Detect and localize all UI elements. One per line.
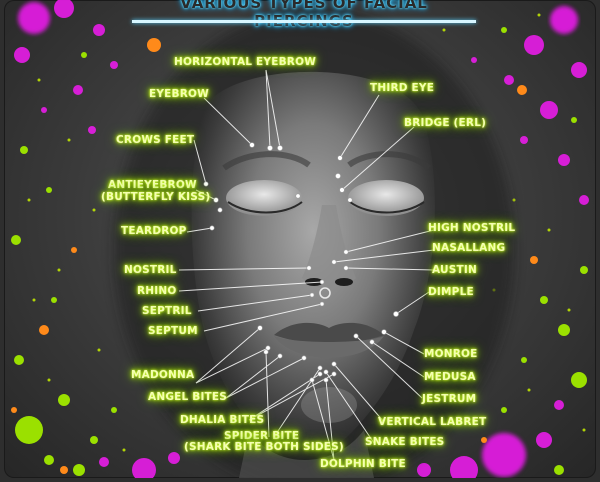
label-madonna: MADONNA — [131, 369, 195, 381]
label-vertical-labret: VERTICAL LABRET — [378, 416, 487, 428]
label-horizontal-eyebrow: HORIZONTAL EYEBROW — [174, 56, 316, 68]
diagram-title: VARIOUS TYPES OF FACIAL PIERCINGS — [180, 0, 428, 30]
label-angel-bites: ANGEL BITES — [148, 391, 228, 403]
label-teardrop: TEARDROP — [121, 225, 187, 237]
label-nostril: NOSTRIL — [124, 264, 177, 276]
label-medusa: MEDUSA — [424, 371, 476, 383]
label-shark-bite: (SHARK BITE BOTH SIDES) — [184, 441, 344, 453]
label-eyebrow: EYEBROW — [149, 88, 209, 100]
label-dimple: DIMPLE — [428, 286, 474, 298]
face-illustration — [11, 0, 589, 478]
label-third-eye: THIRD EYE — [370, 82, 435, 94]
label-monroe: MONROE — [424, 348, 478, 360]
label-antieyebrow: ANTIEYEBROW — [108, 179, 197, 191]
label-dahlia-bites: DHALIA BITES — [180, 414, 265, 426]
label-rhino: RHINO — [137, 285, 177, 297]
right-eyelid — [348, 180, 424, 216]
label-austin: AUSTIN — [432, 264, 477, 276]
label-bridge: BRIDGE (ERL) — [404, 117, 487, 129]
label-high-nostril: HIGH NOSTRIL — [428, 222, 516, 234]
diagram-canvas: VARIOUS TYPES OF FACIAL PIERCINGS HORIZO… — [4, 0, 596, 478]
label-butterfly-kiss: (BUTTERFLY KISS) — [101, 191, 211, 203]
label-crows-feet: CROWS FEET — [116, 134, 195, 146]
label-septum: SEPTUM — [148, 325, 198, 337]
label-snake-bites: SNAKE BITES — [365, 436, 445, 448]
left-eyelid — [226, 180, 302, 216]
title-underline — [132, 20, 476, 23]
label-septril: SEPTRIL — [142, 305, 192, 317]
label-jestrum: JESTRUM — [422, 393, 477, 405]
label-dolphin-bite: DOLPHIN BITE — [320, 458, 406, 470]
label-nasallang: NASALLANG — [432, 242, 506, 254]
